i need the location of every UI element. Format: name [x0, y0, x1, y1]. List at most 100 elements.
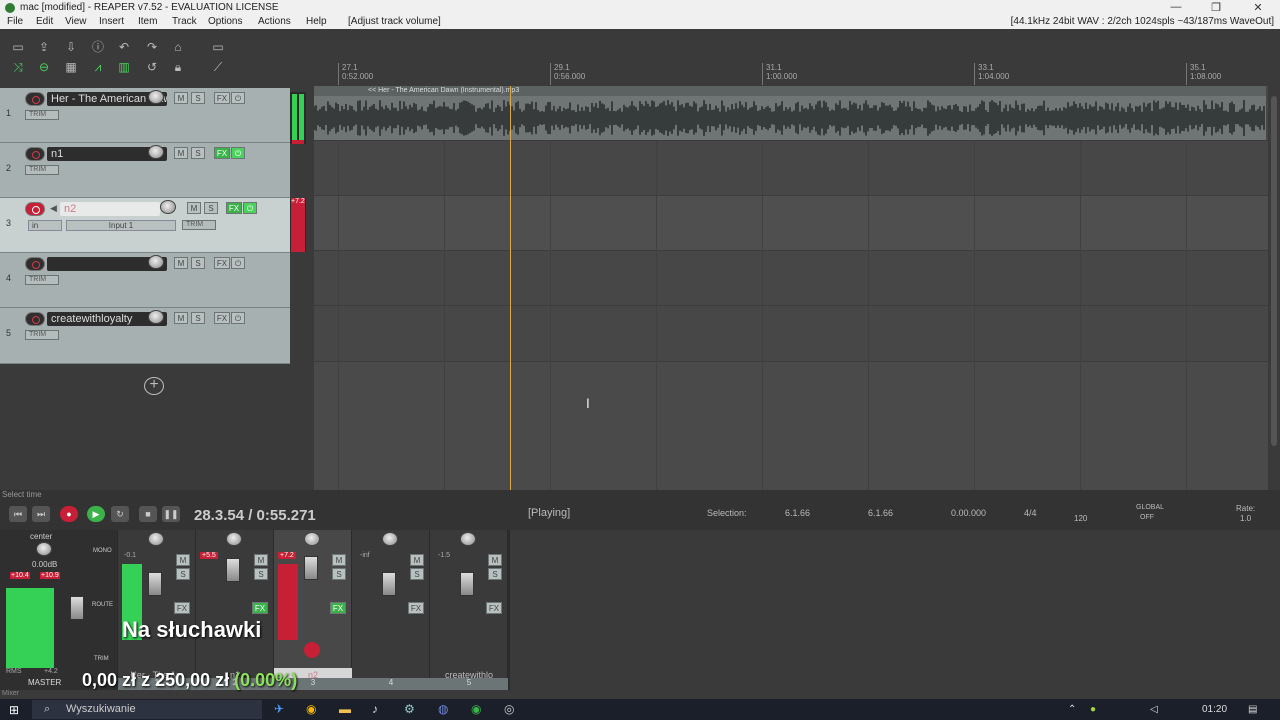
- play-button[interactable]: ▶: [87, 506, 105, 522]
- mute-button[interactable]: M: [488, 554, 502, 566]
- windows-start-icon[interactable]: ⊞: [9, 703, 19, 717]
- repeat-button[interactable]: ↻: [111, 506, 129, 522]
- timeline-ruler[interactable]: 27.1 0:52.000 29.1 0:56.000 31.1 1:00.000 3…: [314, 60, 1268, 86]
- fx-bypass-button[interactable]: ⏻: [243, 202, 257, 214]
- grid-toggle-icon[interactable]: ▭: [210, 40, 226, 54]
- global-automation-state[interactable]: OFF: [1140, 514, 1154, 521]
- fx-button[interactable]: FX: [252, 602, 268, 614]
- undo-icon[interactable]: ↶: [116, 40, 132, 54]
- mute-button[interactable]: M: [174, 257, 188, 269]
- pan-knob[interactable]: [148, 532, 164, 546]
- trim-button[interactable]: TRIM: [94, 656, 109, 662]
- selection-length[interactable]: 0.00.000: [951, 508, 986, 518]
- taskbar-app-icon[interactable]: ✈: [274, 702, 284, 716]
- trim-button[interactable]: TRIM: [182, 220, 216, 230]
- fx-button[interactable]: FX: [486, 602, 502, 614]
- track-lane[interactable]: [314, 141, 1268, 196]
- solo-button[interactable]: S: [191, 257, 205, 269]
- media-item[interactable]: << Her - The American Dawn (Instrumental…: [314, 86, 1266, 140]
- ripple-edit-icon[interactable]: ⊖: [36, 60, 52, 74]
- pan-knob[interactable]: [460, 532, 476, 546]
- fx-bypass-button[interactable]: ⏻: [231, 147, 245, 159]
- menu-insert[interactable]: Insert: [99, 16, 124, 27]
- mute-button[interactable]: M: [187, 202, 201, 214]
- solo-button[interactable]: S: [332, 568, 346, 580]
- menu-edit[interactable]: Edit: [36, 16, 53, 27]
- mute-button[interactable]: M: [254, 554, 268, 566]
- trim-button[interactable]: TRIM: [25, 330, 59, 340]
- volume-knob[interactable]: [160, 200, 176, 214]
- solo-button[interactable]: S: [254, 568, 268, 580]
- trim-icon[interactable]: ⟋: [210, 60, 226, 74]
- project-settings-icon[interactable]: ⓘ: [90, 40, 106, 54]
- track-5[interactable]: 5 createwithloyalty M S FX ⏻ TRIM: [0, 308, 290, 364]
- pan-knob[interactable]: [304, 532, 320, 546]
- record-arm-button[interactable]: [25, 147, 45, 161]
- tray-app-icon[interactable]: ●: [1090, 704, 1096, 715]
- solo-button[interactable]: S: [191, 92, 205, 104]
- menu-track[interactable]: Track: [172, 16, 197, 27]
- file-explorer-icon[interactable]: ▬: [339, 702, 351, 716]
- close-button[interactable]: ✕: [1246, 1, 1270, 14]
- mute-button[interactable]: M: [174, 147, 188, 159]
- route-button[interactable]: ROUTE: [92, 602, 113, 608]
- snap-icon[interactable]: ▥: [116, 60, 132, 74]
- solo-button[interactable]: S: [204, 202, 218, 214]
- mute-button[interactable]: M: [176, 554, 190, 566]
- record-button[interactable]: ●: [60, 506, 78, 522]
- monitor-icon[interactable]: ◀: [50, 203, 57, 214]
- pan-knob[interactable]: [382, 532, 398, 546]
- fx-button[interactable]: FX: [408, 602, 424, 614]
- solo-button[interactable]: S: [191, 147, 205, 159]
- arrange-view[interactable]: << Her - The American Dawn (Instrumental…: [314, 86, 1268, 490]
- pan-knob[interactable]: [226, 532, 242, 546]
- selection-end[interactable]: 6.1.66: [868, 508, 893, 518]
- chrome-icon[interactable]: ◉: [306, 702, 316, 716]
- record-mode-select[interactable]: in: [28, 220, 62, 231]
- menu-item[interactable]: Item: [138, 16, 157, 27]
- global-automation-label[interactable]: GLOBAL: [1136, 504, 1164, 511]
- menu-help[interactable]: Help: [306, 16, 327, 27]
- new-project-icon[interactable]: ▭: [10, 40, 26, 54]
- mute-button[interactable]: M: [174, 312, 188, 324]
- envelope-lock-icon[interactable]: ⩘: [90, 60, 106, 74]
- menu-actions[interactable]: Actions: [258, 16, 291, 27]
- track-lane[interactable]: [314, 251, 1268, 306]
- add-track-button[interactable]: +: [144, 377, 164, 395]
- taskbar-search[interactable]: Wyszukiwanie: [32, 700, 262, 719]
- selection-start[interactable]: 6.1.66: [785, 508, 810, 518]
- volume-knob[interactable]: [148, 145, 164, 159]
- time-signature[interactable]: 4/4: [1024, 508, 1037, 518]
- mono-button[interactable]: MONO: [93, 548, 112, 554]
- steam-icon[interactable]: ⚙: [404, 702, 415, 716]
- record-arm-button[interactable]: [25, 202, 45, 216]
- go-to-start-button[interactable]: ⏮: [9, 506, 27, 522]
- volume-fader[interactable]: [304, 556, 318, 580]
- record-arm-button[interactable]: [25, 312, 45, 326]
- volume-fader[interactable]: [382, 572, 396, 596]
- mute-button[interactable]: M: [410, 554, 424, 566]
- mute-button[interactable]: M: [174, 92, 188, 104]
- record-arm-button[interactable]: [25, 257, 45, 271]
- input-select[interactable]: Input 1: [66, 220, 176, 231]
- reaper-taskbar-icon[interactable]: ◎: [504, 702, 514, 716]
- volume-knob[interactable]: [148, 90, 164, 104]
- track-name[interactable]: n2: [60, 202, 160, 216]
- fx-bypass-button[interactable]: ⏻: [231, 312, 245, 324]
- track-lane[interactable]: [314, 196, 1268, 251]
- auto-crossfade-icon[interactable]: ⤨: [10, 60, 26, 74]
- fx-button[interactable]: FX: [174, 602, 190, 614]
- fx-bypass-button[interactable]: ⏻: [231, 92, 245, 104]
- speaker-icon[interactable]: ◁: [1150, 704, 1158, 715]
- track-4[interactable]: 4 M S FX ⏻ TRIM: [0, 253, 290, 308]
- track-3[interactable]: 3 ◀ n2 M S FX ⏻ in Input 1 TRIM: [0, 198, 290, 253]
- open-project-icon[interactable]: ⇪: [36, 40, 52, 54]
- loop-icon[interactable]: ↺: [144, 60, 160, 74]
- menu-view[interactable]: View: [65, 16, 87, 27]
- trim-button[interactable]: TRIM: [25, 165, 59, 175]
- maximize-button[interactable]: ❐: [1204, 1, 1228, 14]
- snap-grid-icon[interactable]: ▦: [63, 60, 79, 74]
- stop-button[interactable]: ■: [139, 506, 157, 522]
- menu-options[interactable]: Options: [208, 16, 242, 27]
- clock[interactable]: 01:20: [1202, 704, 1227, 715]
